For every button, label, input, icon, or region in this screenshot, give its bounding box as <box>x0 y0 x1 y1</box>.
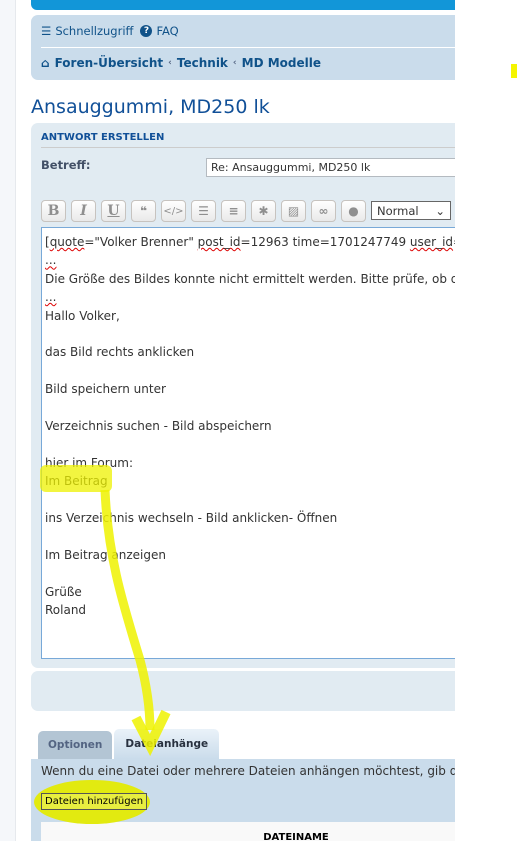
link-button[interactable]: ∞ <box>311 200 336 222</box>
chevron-down-icon: ⌄ <box>435 203 445 218</box>
attachments-info: Wenn du eine Datei oder mehrere Dateien … <box>41 764 455 778</box>
message-line: Hallo Volker, <box>45 308 120 323</box>
breadcrumb-md-modelle[interactable]: MD Modelle <box>242 56 321 70</box>
tab-options[interactable]: Optionen <box>38 731 113 759</box>
message-line: [quote="Volker Brenner" post_id=12963 ti… <box>45 235 455 249</box>
message-line <box>45 399 455 417</box>
underline-button[interactable]: U <box>101 200 126 222</box>
menu-icon[interactable]: ☰ <box>41 24 51 38</box>
message-line <box>45 491 455 509</box>
message-line: Die Größe des Bildes konnte nicht ermitt… <box>45 271 455 286</box>
message-line: ... <box>45 253 57 268</box>
bold-button[interactable]: B <box>41 200 66 222</box>
navbar: ☰ Schnellzugriff ? FAQ ⌂ Foren-Übersicht ‹ … <box>31 15 455 80</box>
attachments-panel: Wenn du eine Datei oder mehrere Dateien … <box>31 759 455 841</box>
code-button[interactable]: </> <box>161 200 186 222</box>
editor-toolbar: B I U ❝ </> ☰ ≡ ✱ ▨ ∞ ● Normal ⌄ <box>41 200 451 222</box>
breadcrumb-technik[interactable]: Technik <box>177 56 228 70</box>
page-title[interactable]: Ansauggummi, MD250 lk <box>31 96 270 118</box>
message-line: Roland <box>45 603 87 618</box>
color-button[interactable]: ● <box>341 200 366 222</box>
quote-button[interactable]: ❝ <box>131 200 156 222</box>
preview-panel <box>31 671 455 711</box>
message-line: hier im Forum: <box>45 455 133 470</box>
attachments-table-header: DATEINAME <box>41 822 455 841</box>
faq-link[interactable]: FAQ <box>156 24 178 38</box>
form-heading: ANTWORT ERSTELLEN <box>41 132 455 148</box>
message-line <box>45 362 455 380</box>
quick-access-link[interactable]: Schnellzugriff <box>55 24 133 38</box>
message-line: Verzeichnis suchen - Bild abspeichern <box>45 419 272 434</box>
help-icon: ? <box>140 25 153 37</box>
asterisk-button[interactable]: ✱ <box>251 200 276 222</box>
message-line: Bild speichern unter <box>45 382 166 397</box>
message-line: ... <box>45 290 57 305</box>
numbered-list-button[interactable]: ≡ <box>221 200 246 222</box>
message-line: Im Beitrag anzeigen <box>45 547 166 562</box>
message-line <box>45 564 455 582</box>
tab-attachments[interactable]: Dateianhänge <box>114 729 220 759</box>
home-icon: ⌂ <box>41 56 50 70</box>
breadcrumb-home[interactable]: Foren-Übersicht <box>55 56 164 70</box>
subject-label: Betreff: <box>41 158 91 172</box>
add-files-button[interactable]: Dateien hinzufügen <box>41 793 148 810</box>
message-line <box>45 325 455 343</box>
subject-input[interactable] <box>206 158 455 177</box>
font-size-select[interactable]: Normal ⌄ <box>371 201 451 220</box>
post-form: ANTWORT ERSTELLEN Betreff: B I U ❝ </> ☰… <box>31 123 455 668</box>
annotation-mark <box>511 64 517 78</box>
message-textarea[interactable]: [quote="Volker Brenner" post_id=12963 ti… <box>41 227 455 659</box>
message-line: Im Beitrag <box>45 474 108 489</box>
message-line <box>45 435 455 453</box>
message-line <box>45 528 455 546</box>
breadcrumb: ⌂ Foren-Übersicht ‹ Technik ‹ MD Modelle <box>41 56 321 70</box>
italic-button[interactable]: I <box>71 200 96 222</box>
image-button[interactable]: ▨ <box>281 200 306 222</box>
message-line: Grüße <box>45 584 82 599</box>
list-button[interactable]: ☰ <box>191 200 216 222</box>
message-line: ins Verzeichnis wechseln - Bild anklicke… <box>45 511 338 526</box>
column-filename: DATEINAME <box>263 832 329 841</box>
message-line: das Bild rechts anklicken <box>45 345 195 360</box>
font-size-value: Normal <box>377 203 419 218</box>
header-bar <box>31 0 455 10</box>
